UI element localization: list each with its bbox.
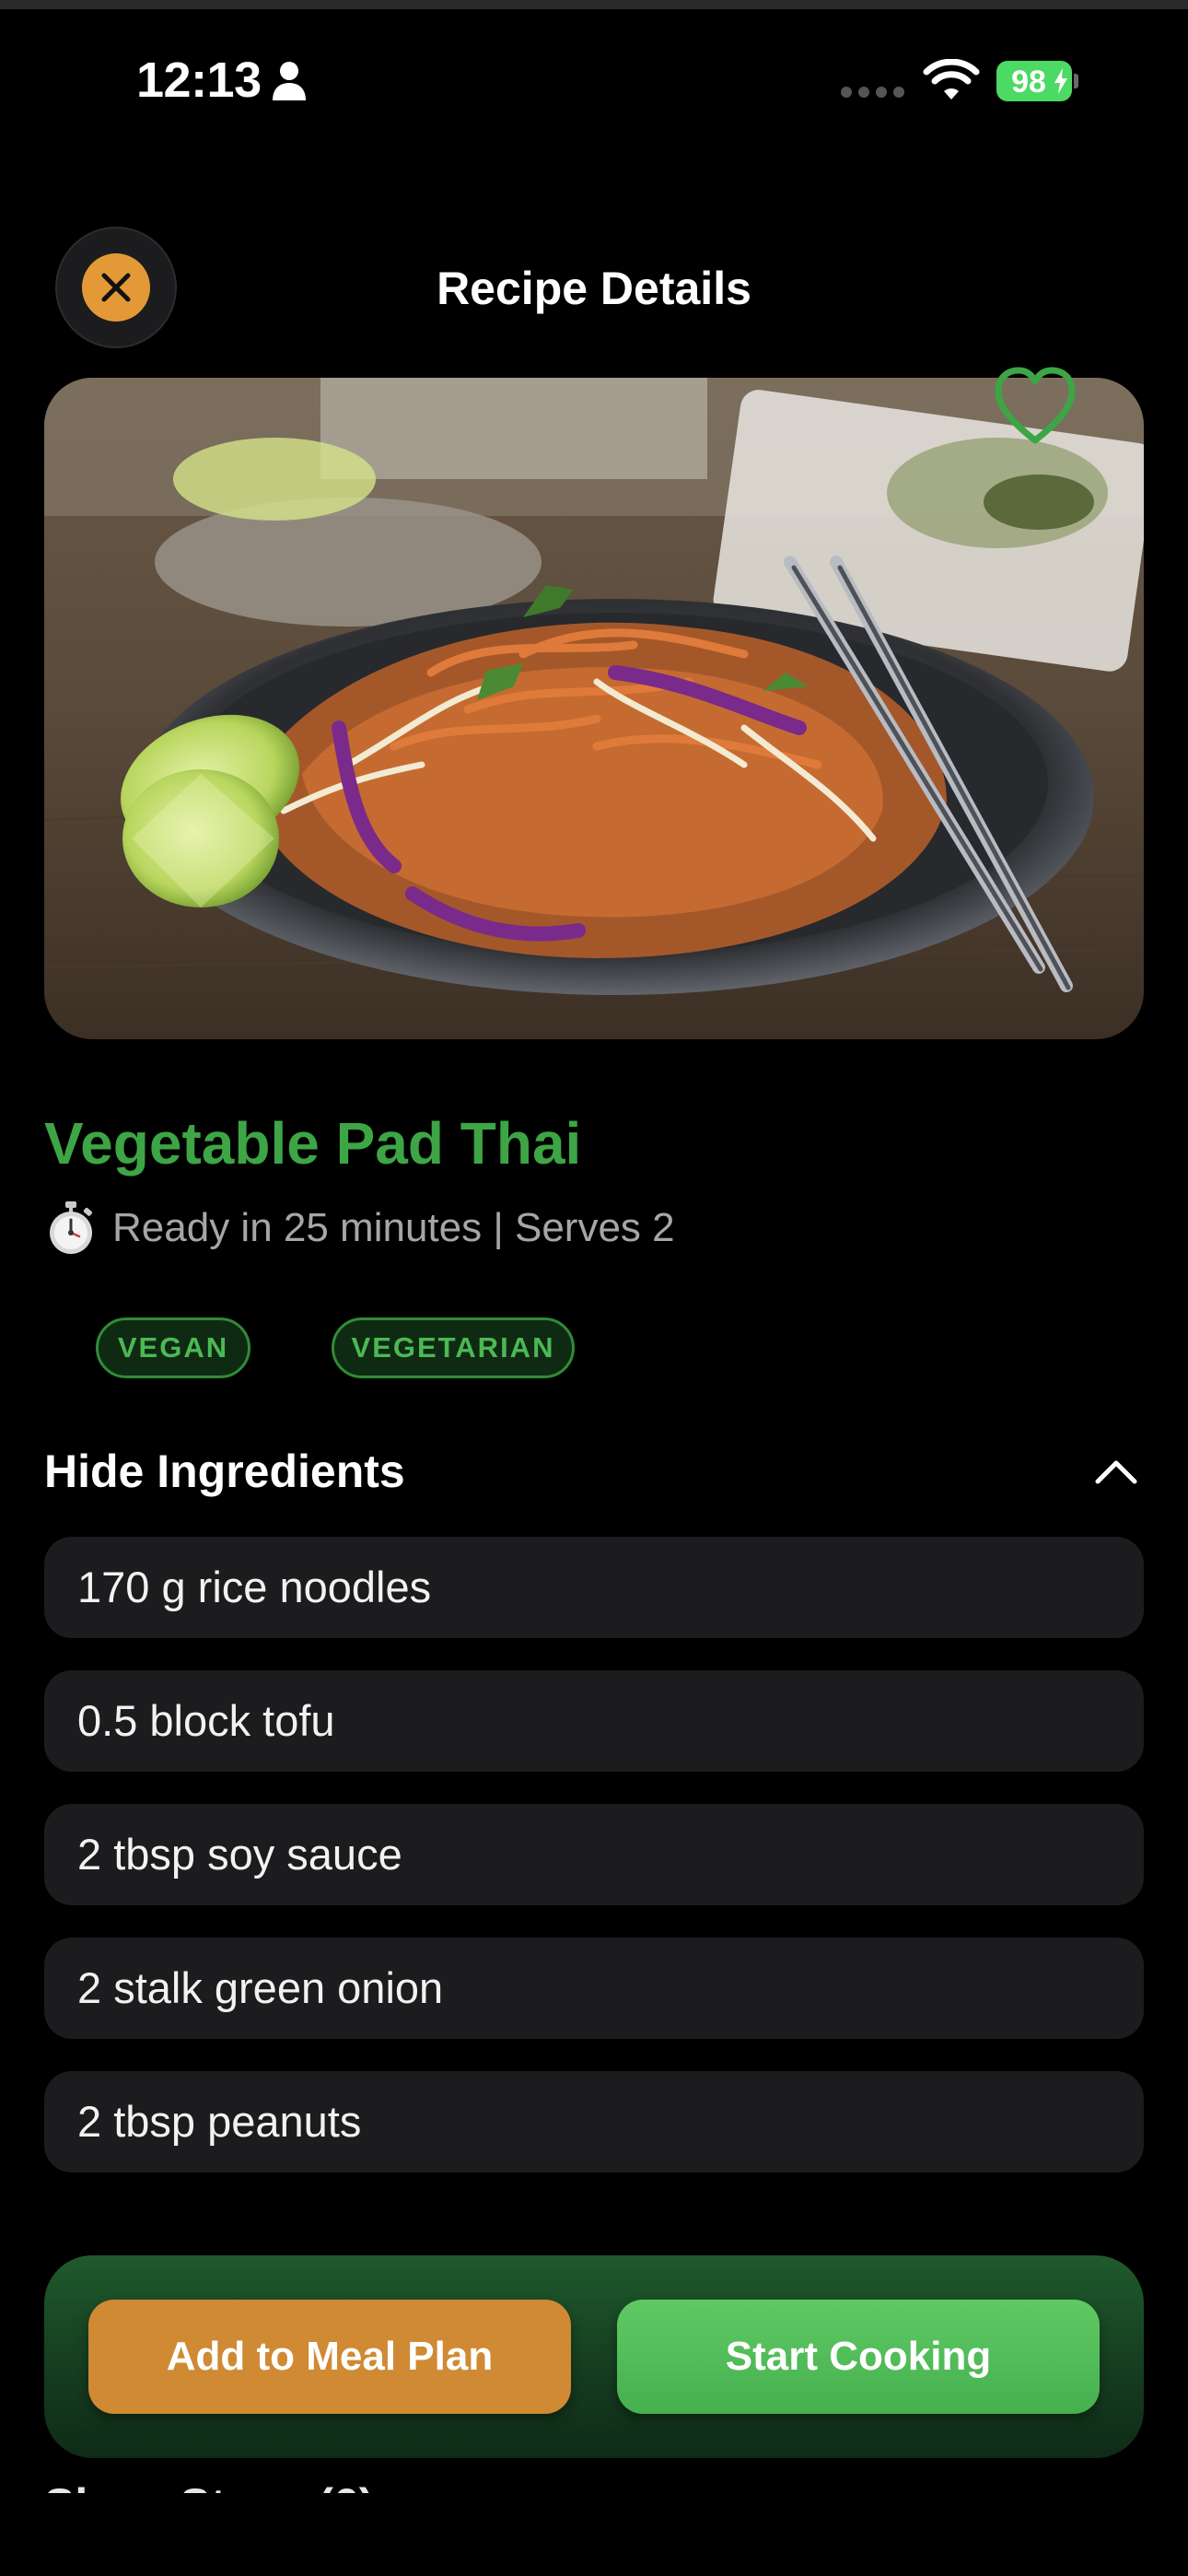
battery-cap	[1074, 74, 1078, 88]
ingredient-item: 2 tbsp soy sauce	[44, 1804, 1144, 1905]
ingredient-label: 0.5 block tofu	[77, 1696, 335, 1745]
recipe-photo	[44, 378, 1144, 1039]
ingredient-label: 2 stalk green onion	[77, 1963, 444, 2012]
status-time: 12:13	[136, 53, 262, 108]
recipe-meta: Ready in 25 minutes | Serves 2	[46, 1201, 675, 1255]
battery-icon: 98	[996, 61, 1078, 101]
pad-thai-illustration	[44, 378, 1144, 1039]
top-hairline	[0, 0, 1188, 9]
ingredient-label: 170 g rice noodles	[77, 1563, 432, 1611]
battery-level: 98	[1011, 64, 1046, 100]
recipe-details-screen: 12:13 98 Recipe Details Vegetable Pad Th…	[0, 0, 1188, 2576]
ingredient-item: 2 stalk green onion	[44, 1938, 1144, 2039]
ingredient-item: 170 g rice noodles	[44, 1537, 1144, 1638]
page-title: Recipe Details	[437, 263, 751, 314]
stopwatch-icon	[50, 1201, 92, 1254]
action-bar: Add to Meal Plan Start Cooking	[44, 2255, 1144, 2458]
recipe-meta-text: Ready in 25 minutes | Serves 2	[112, 1205, 675, 1250]
chevron-up-icon	[1095, 1460, 1137, 1484]
ingredient-item: 0.5 block tofu	[44, 1670, 1144, 1772]
recipe-title: Vegetable Pad Thai	[44, 1110, 582, 1177]
person-icon	[273, 62, 306, 100]
hide-ingredients-toggle[interactable]: Hide Ingredients	[44, 1437, 1144, 1511]
charging-bolt-icon	[1054, 68, 1067, 94]
wifi-icon	[923, 59, 980, 100]
tag-vegetarian: VEGETARIAN	[332, 1317, 575, 1378]
start-cooking-button[interactable]: Start Cooking	[617, 2300, 1100, 2414]
ingredient-label: 2 tbsp peanuts	[77, 2097, 362, 2146]
ingredient-item: 2 tbsp peanuts	[44, 2071, 1144, 2172]
add-to-meal-plan-button[interactable]: Add to Meal Plan	[88, 2300, 571, 2414]
ingredient-label: 2 tbsp soy sauce	[77, 1830, 402, 1879]
cellular-signal-icon	[841, 87, 904, 98]
ingredients-section-title: Hide Ingredients	[44, 1446, 405, 1497]
bottom-mask	[0, 2493, 1188, 2576]
heart-icon[interactable]	[991, 365, 1079, 448]
tag-vegan: VEGAN	[96, 1317, 250, 1378]
